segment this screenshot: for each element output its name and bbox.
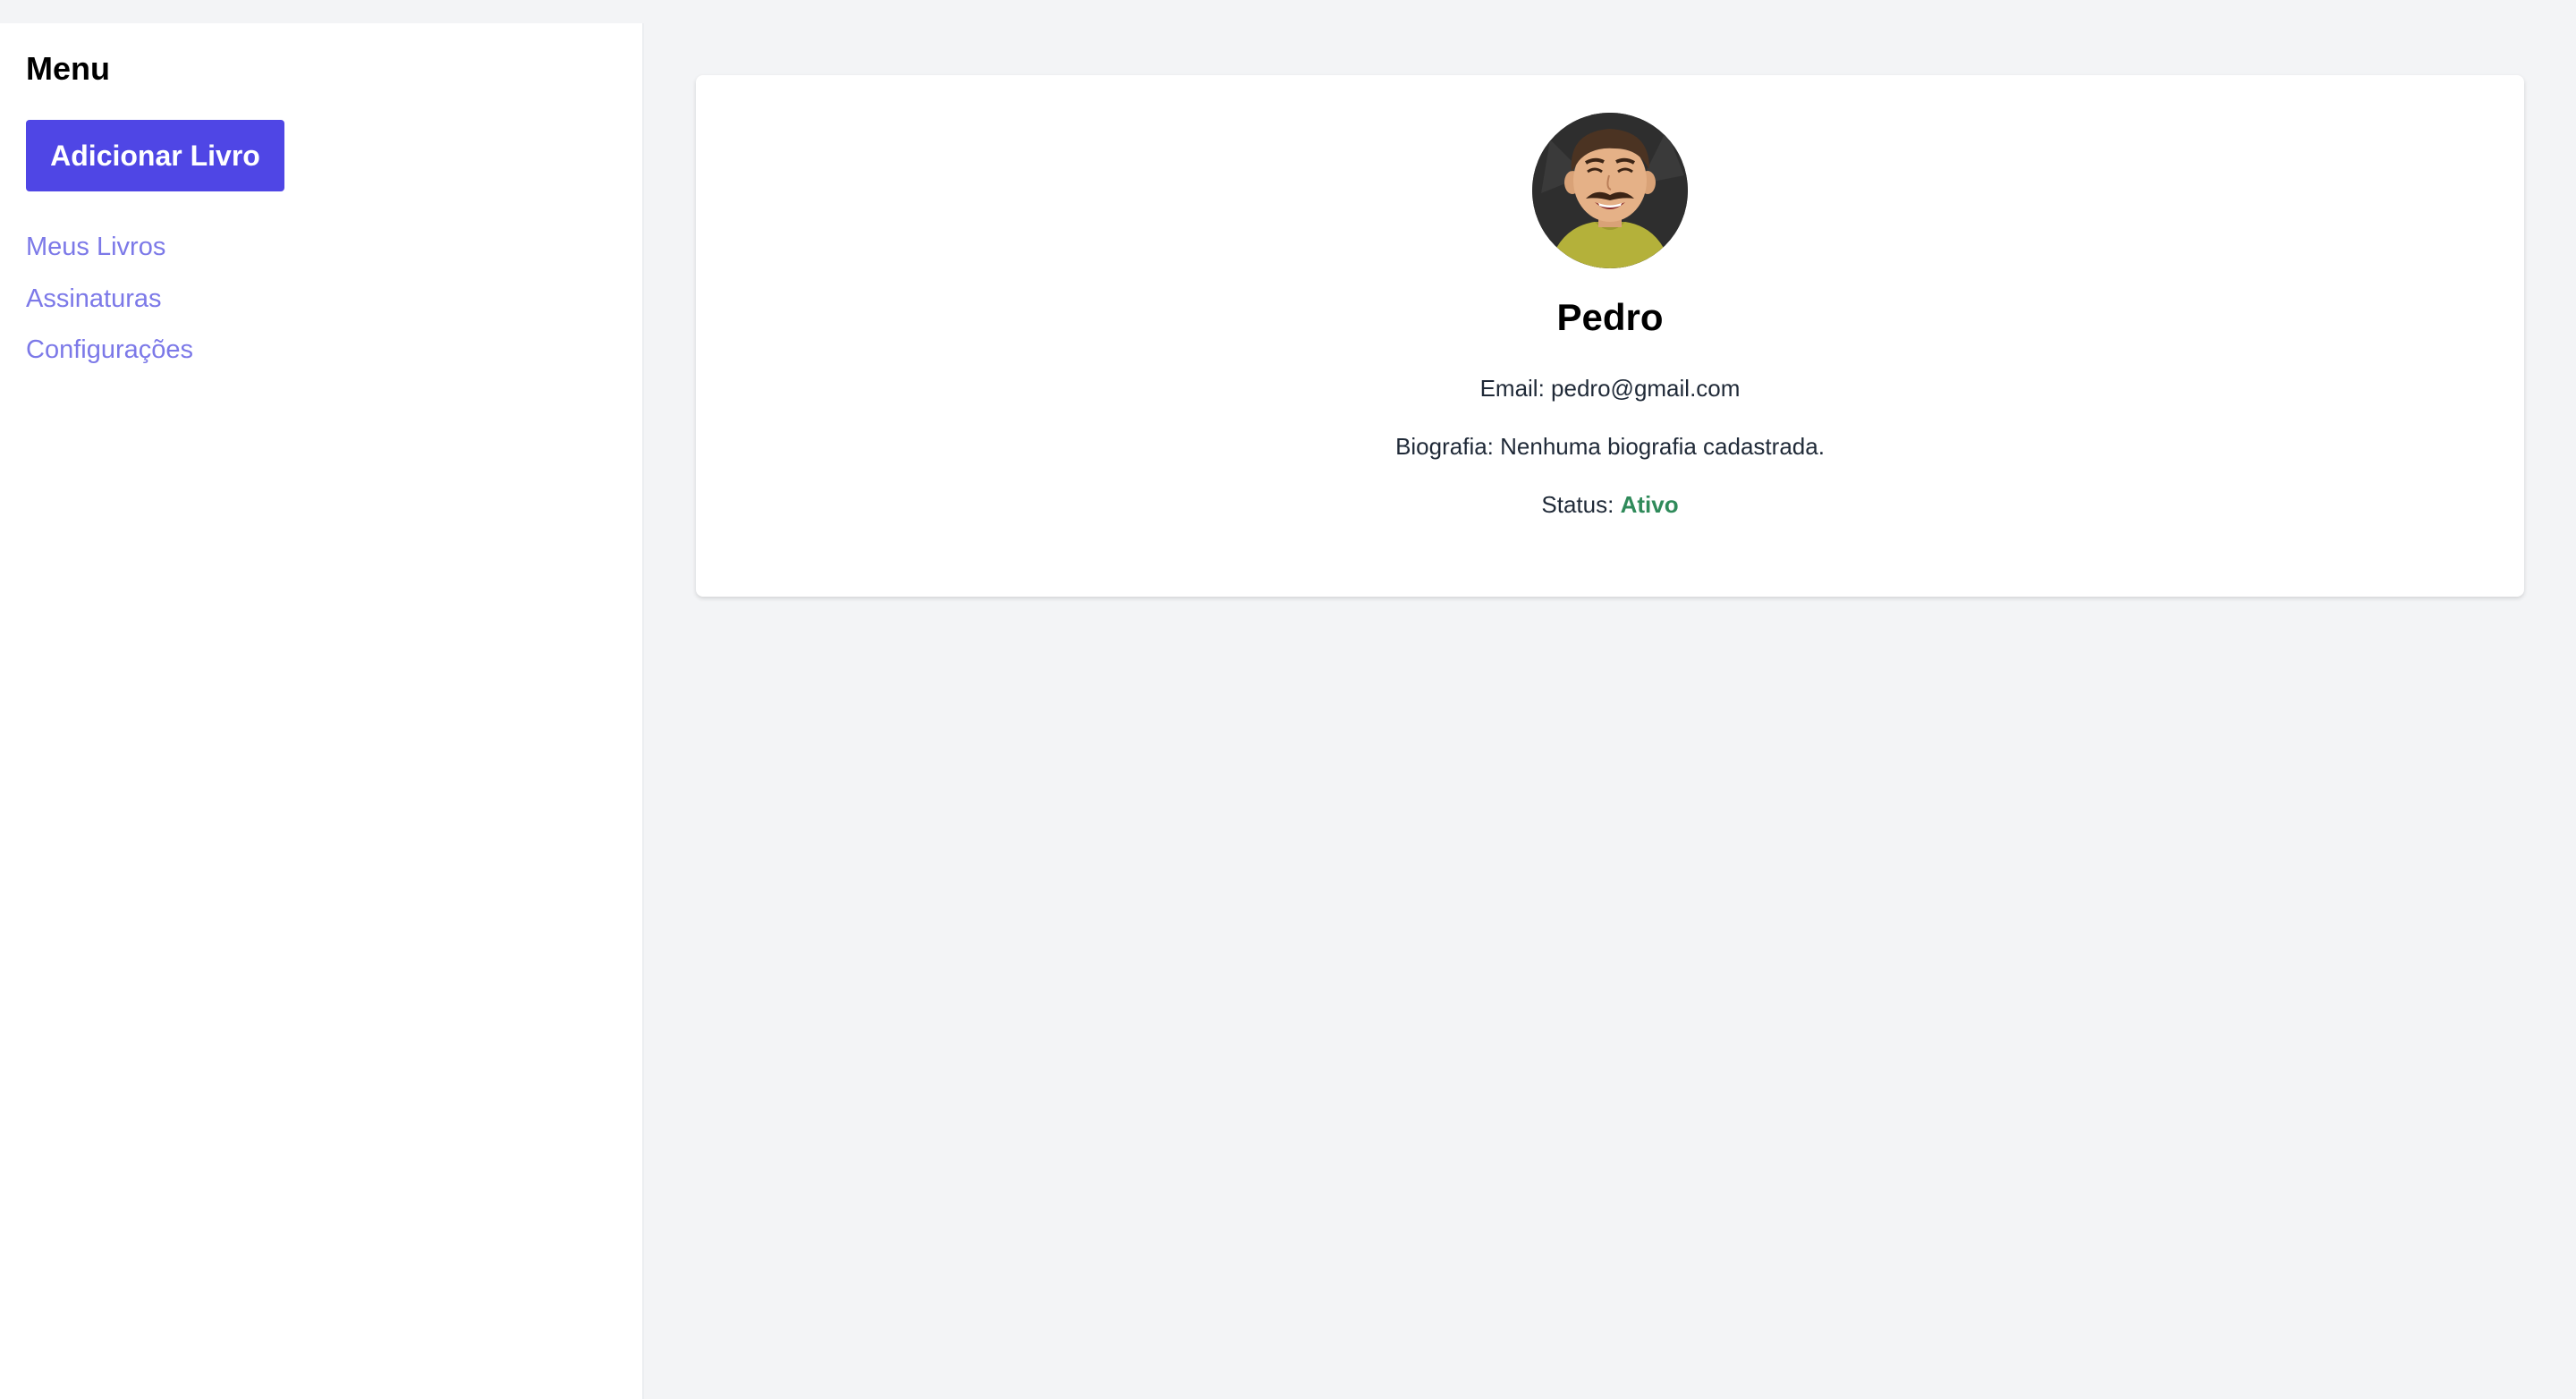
status-label: Status: bbox=[1541, 491, 1614, 518]
profile-status-line: Status: Ativo bbox=[696, 493, 2524, 516]
sidebar-link-assinaturas[interactable]: Assinaturas bbox=[26, 286, 162, 312]
sidebar-link-configuracoes[interactable]: Configurações bbox=[26, 337, 193, 363]
sidebar-link-meus-livros[interactable]: Meus Livros bbox=[26, 234, 165, 260]
profile-name: Pedro bbox=[1556, 296, 1664, 338]
top-strip bbox=[0, 0, 2576, 23]
profile-email-line: Email: pedro@gmail.com bbox=[696, 377, 2524, 400]
profile-bio-line: Biografia: Nenhuma biografia cadastrada. bbox=[696, 435, 2524, 458]
bio-label: Biografia: bbox=[1395, 433, 1494, 460]
bio-value: Nenhuma biografia cadastrada. bbox=[1500, 433, 1825, 460]
sidebar: Menu Adicionar Livro Meus Livros Assinat… bbox=[0, 23, 644, 1399]
email-label: Email: bbox=[1479, 375, 1545, 402]
profile-card: Pedro Email: pedro@gmail.com Biografia: … bbox=[696, 75, 2524, 597]
add-book-button[interactable]: Adicionar Livro bbox=[26, 120, 284, 191]
avatar bbox=[1532, 113, 1688, 268]
avatar-illustration-icon bbox=[1532, 113, 1688, 268]
email-value: pedro@gmail.com bbox=[1551, 375, 1741, 402]
sidebar-title: Menu bbox=[26, 50, 110, 87]
status-badge: Ativo bbox=[1620, 491, 1679, 518]
